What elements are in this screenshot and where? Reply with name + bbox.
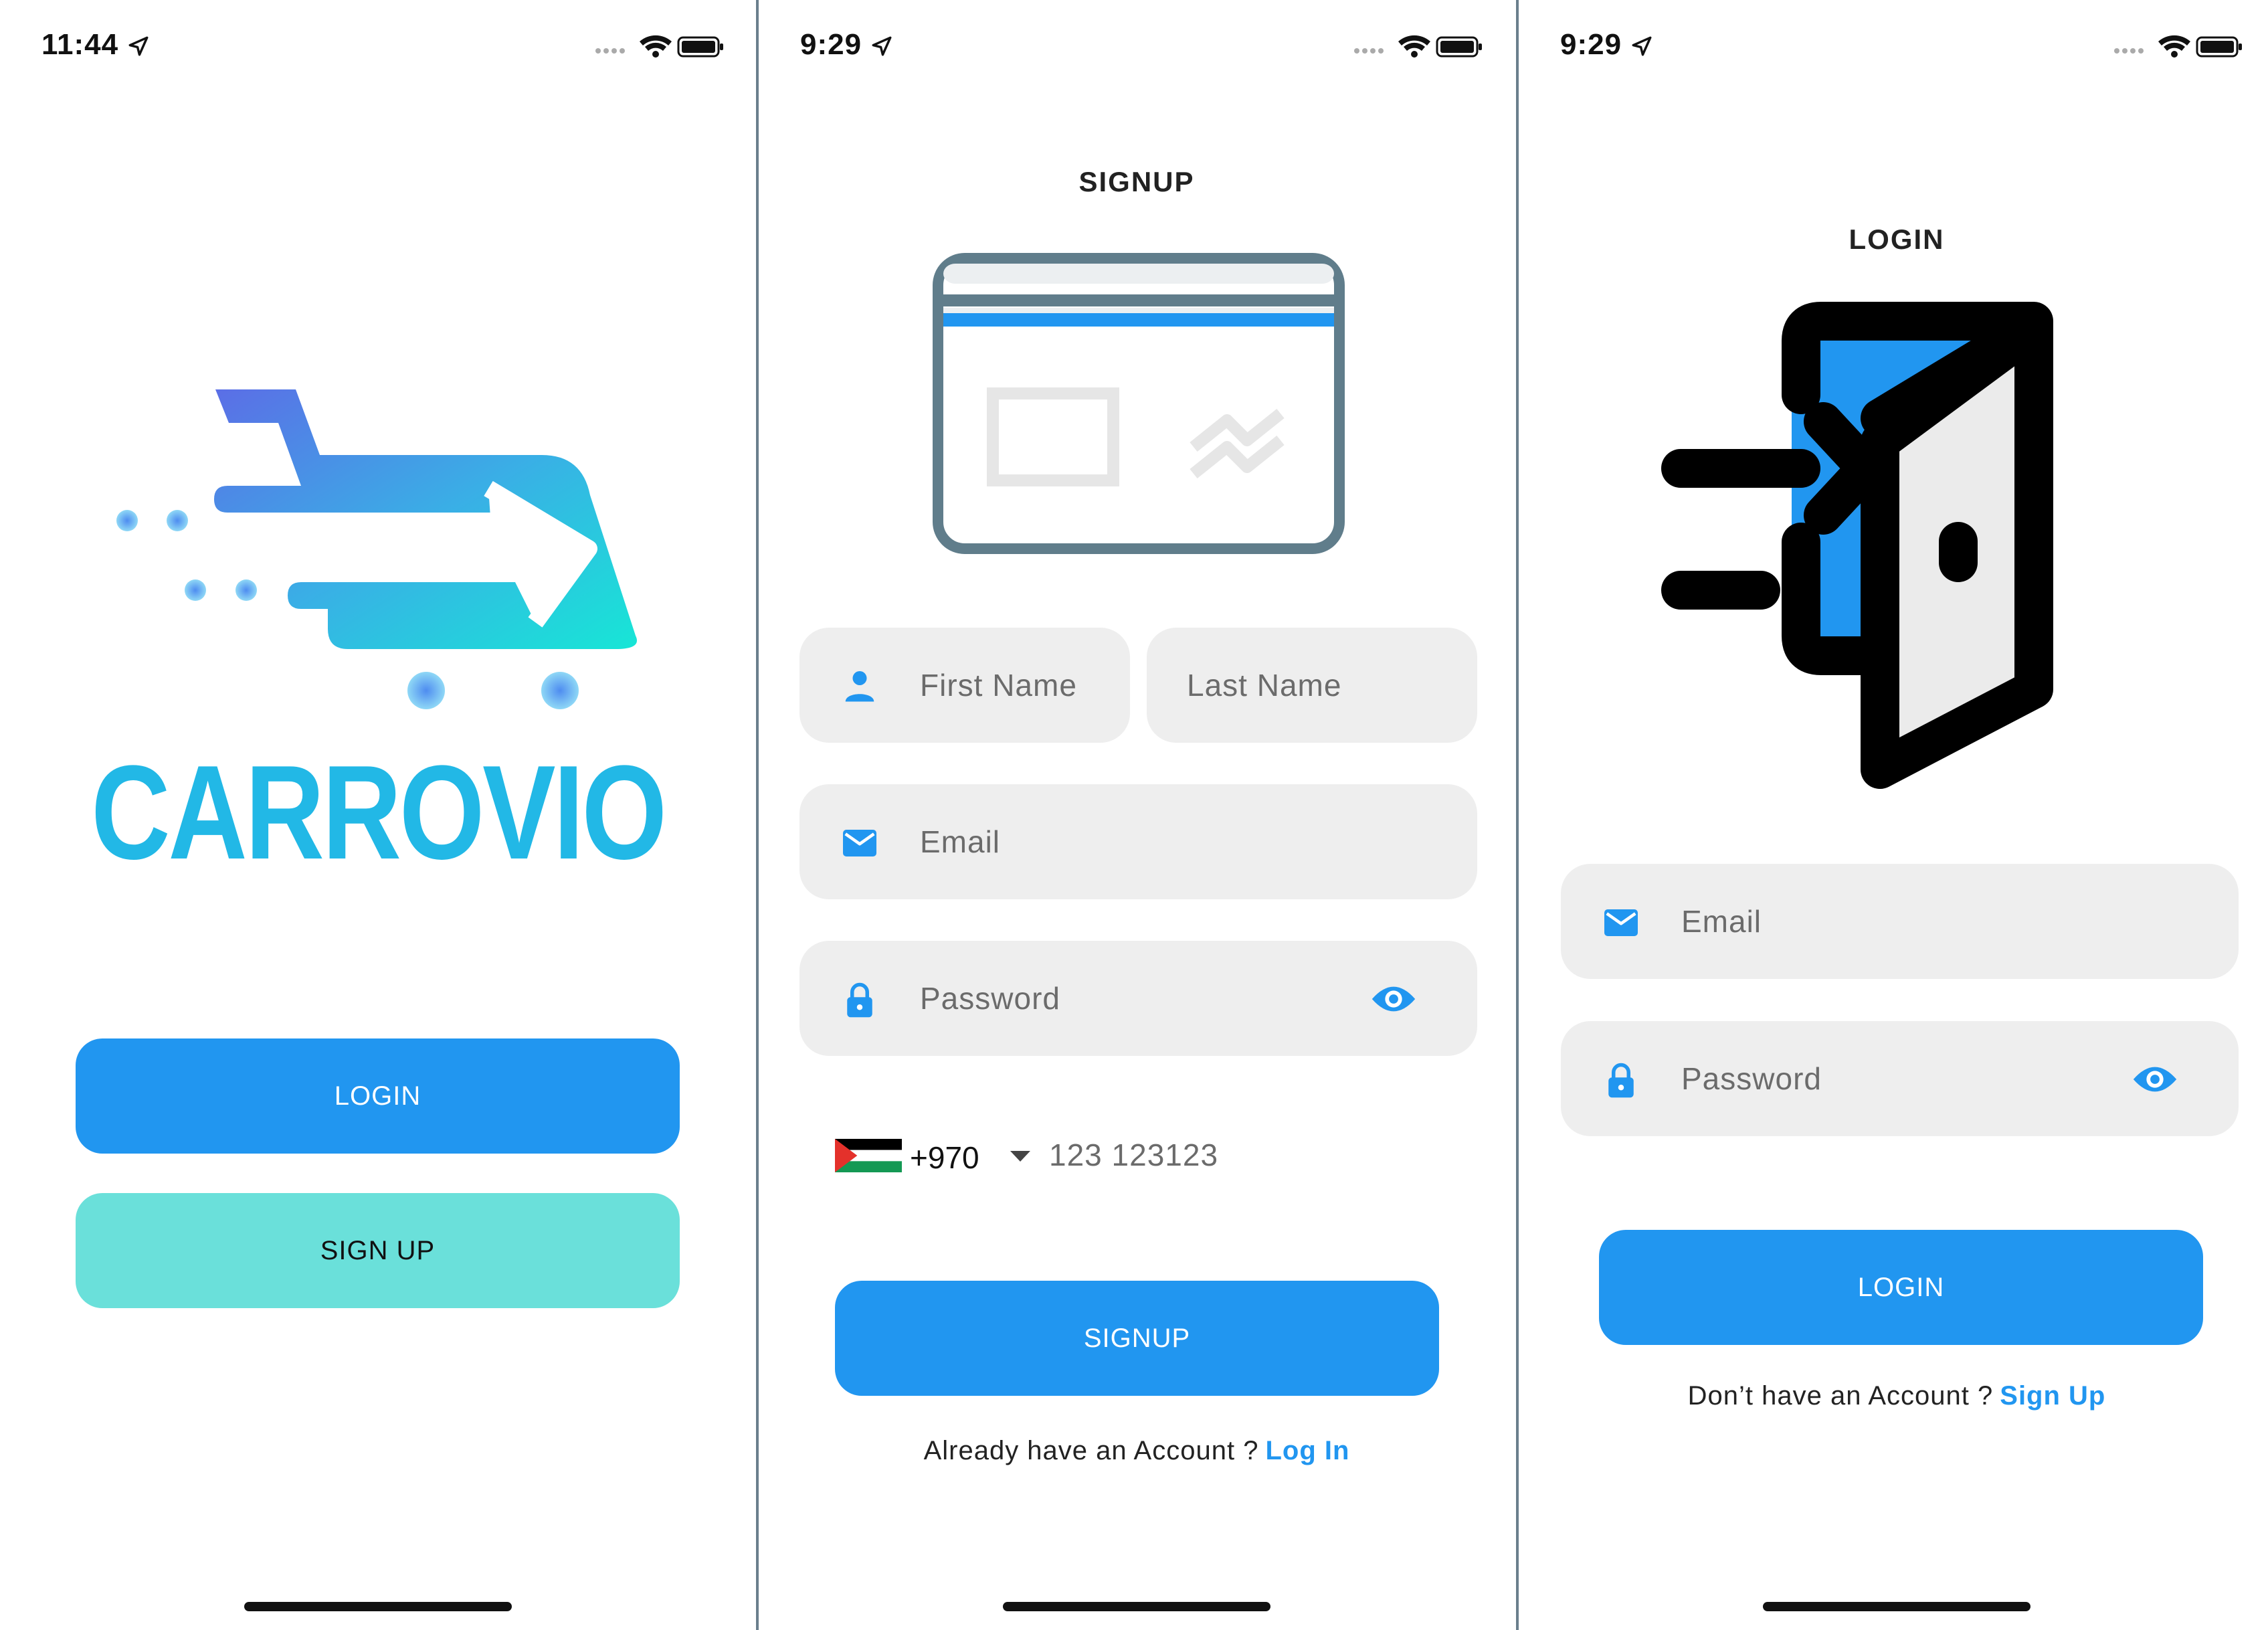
- email-field[interactable]: Email: [1561, 864, 2239, 979]
- dropdown-caret-icon[interactable]: [1010, 1151, 1030, 1163]
- last-name-placeholder: Last Name: [1187, 668, 1342, 703]
- mail-icon: [1604, 909, 1638, 936]
- page-title: SIGNUP: [1078, 166, 1195, 197]
- signup-link[interactable]: Sign Up: [2000, 1381, 2105, 1411]
- brand-name: CARROVIO: [91, 738, 667, 887]
- signup-button[interactable]: SIGN UP: [76, 1193, 680, 1308]
- wifi-icon: [2158, 35, 2190, 58]
- status-bar-icons: [595, 35, 723, 58]
- password-placeholder: Password: [920, 981, 1060, 1016]
- login-submit-button[interactable]: LOGIN: [1599, 1230, 2203, 1345]
- country-code[interactable]: +970: [910, 1131, 979, 1184]
- person-icon: [845, 671, 874, 702]
- phone-placeholder[interactable]: 123 123123: [1049, 1128, 1218, 1182]
- login-button-label: LOGIN: [334, 1081, 421, 1111]
- status-bar-icons: [1354, 35, 1482, 58]
- password-placeholder: Password: [1681, 1061, 1822, 1096]
- status-bar-icons: [2114, 35, 2242, 58]
- signup-screen: 9:29 SIGNUP First Name Last Name Email P…: [759, 0, 1515, 1630]
- signal-dots-icon: [2114, 48, 2144, 54]
- signal-dots-icon: [1354, 48, 1384, 54]
- signup-button-label: SIGN UP: [320, 1235, 436, 1265]
- status-time-text: 9:29: [800, 28, 862, 61]
- location-arrow-icon: [872, 36, 892, 56]
- status-bar-time: 11:44: [41, 28, 150, 62]
- status-time-text: 11:44: [41, 28, 119, 61]
- lock-icon: [847, 982, 872, 1018]
- home-indicator: [1763, 1602, 2030, 1611]
- login-prompt: Already have an Account ? Log In: [759, 1436, 1515, 1466]
- cart-arrow-logo: [116, 389, 637, 709]
- password-field[interactable]: Password: [1561, 1021, 2239, 1136]
- status-time-text: 9:29: [1560, 28, 1622, 61]
- home-indicator: [244, 1602, 512, 1611]
- signup-submit-button[interactable]: SIGNUP: [835, 1281, 1439, 1396]
- first-name-placeholder: First Name: [920, 668, 1077, 703]
- lock-icon: [1608, 1063, 1634, 1098]
- battery-icon: [2196, 36, 2242, 58]
- palestine-flag-icon: [835, 1139, 902, 1172]
- battery-icon: [1436, 36, 1482, 58]
- eye-icon[interactable]: [2132, 1064, 2178, 1095]
- login-link[interactable]: Log In: [1265, 1436, 1349, 1465]
- last-name-field[interactable]: Last Name: [1147, 628, 1477, 743]
- signal-dots-icon: [595, 48, 625, 54]
- signup-prompt: Don’t have an Account ? Sign Up: [1519, 1381, 2268, 1411]
- battery-icon: [677, 36, 723, 58]
- welcome-screen: 11:44 CARROVIO LOGIN SIGN UP: [0, 0, 756, 1630]
- status-bar-time: 9:29: [800, 28, 893, 62]
- email-placeholder: Email: [1681, 904, 1762, 939]
- password-field[interactable]: Password: [799, 941, 1477, 1056]
- page-title: LOGIN: [1849, 223, 1945, 255]
- login-prompt-text: Already have an Account ?: [923, 1436, 1259, 1465]
- signup-submit-label: SIGNUP: [1083, 1323, 1191, 1353]
- door-enter-illustration: [1661, 302, 2053, 789]
- location-arrow-icon: [128, 36, 149, 56]
- wifi-icon: [640, 35, 672, 58]
- signup-prompt-text: Don’t have an Account ?: [1687, 1381, 1994, 1411]
- credit-card-illustration: [933, 253, 1345, 554]
- login-screen: 9:29 LOGIN Email Password LOGIN Don’t ha…: [1519, 0, 2268, 1630]
- home-indicator: [1003, 1602, 1270, 1611]
- first-name-field[interactable]: First Name: [799, 628, 1130, 743]
- status-bar-time: 9:29: [1560, 28, 1653, 62]
- login-button[interactable]: LOGIN: [76, 1038, 680, 1154]
- location-arrow-icon: [1632, 36, 1652, 56]
- mail-icon: [843, 830, 876, 856]
- wifi-icon: [1398, 35, 1430, 58]
- email-placeholder: Email: [920, 824, 1001, 859]
- eye-icon[interactable]: [1370, 984, 1417, 1014]
- phone-input[interactable]: +970 123 123123: [835, 1131, 1437, 1184]
- email-field[interactable]: Email: [799, 784, 1477, 899]
- login-submit-label: LOGIN: [1857, 1272, 1945, 1302]
